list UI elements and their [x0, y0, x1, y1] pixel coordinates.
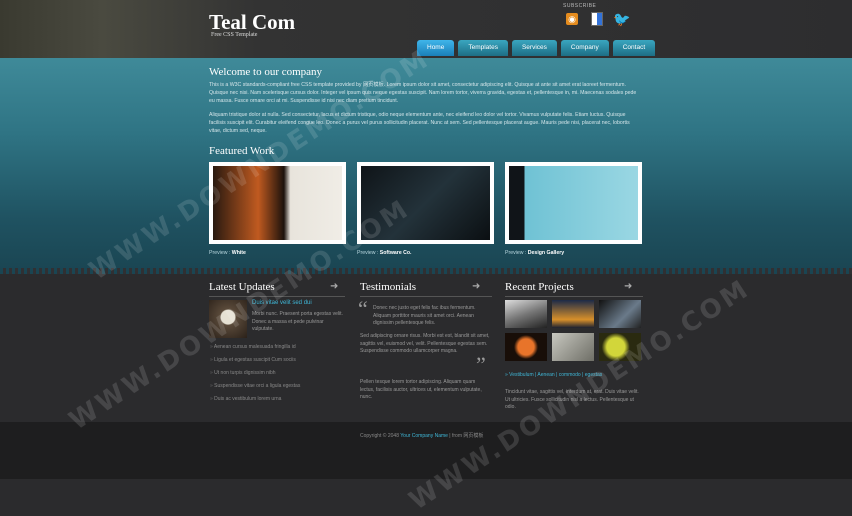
featured-caption-3[interactable]: Preview : Design Gallery: [505, 250, 564, 256]
subscribe-label: SUBSCRIBE: [563, 3, 597, 9]
nav-contact[interactable]: Contact: [612, 40, 656, 56]
footer-copyright: Copyright © 2048 Your Company Name | fro…: [360, 433, 484, 439]
delicious-icon[interactable]: [587, 11, 607, 27]
projects-arrow-icon[interactable]: ➜: [624, 281, 632, 292]
open-quote-icon: “: [358, 296, 368, 321]
update-item[interactable]: Aenean cursus malesuada fringilla id: [210, 344, 296, 350]
footer: [0, 422, 852, 479]
close-quote-icon: ”: [476, 352, 486, 377]
nav-templates[interactable]: Templates: [458, 40, 508, 56]
testimonial-text-3: Pellen tesque lorem tortor adipiscing. A…: [360, 379, 482, 400]
nav-services[interactable]: Services: [511, 40, 557, 56]
testimonials-divider: [360, 296, 492, 297]
projects-title: Recent Projects: [505, 281, 574, 293]
testimonials-arrow-icon[interactable]: ➜: [472, 281, 480, 292]
project-thumb[interactable]: [552, 300, 594, 328]
project-thumb[interactable]: [599, 300, 641, 328]
update-item[interactable]: Ligula et egestas suscipit Cum sociis: [210, 357, 296, 363]
testimonial-text-1: Donec nec justo eget felis fac ibus ferm…: [373, 305, 476, 326]
site-tagline: Free CSS Template: [211, 32, 258, 38]
update-item[interactable]: Suspendisse vitae orci a ligula egestas: [210, 383, 300, 389]
welcome-paragraph-2: Aliquam tristique dolor at nulla. Sed co…: [209, 112, 630, 134]
project-thumb[interactable]: [505, 300, 547, 328]
welcome-title: Welcome to our company: [209, 66, 323, 78]
twitter-icon[interactable]: 🐦: [612, 11, 632, 27]
project-thumb[interactable]: [505, 333, 547, 361]
testimonials-title: Testimonials: [360, 281, 417, 293]
featured-thumb-gallery[interactable]: [505, 162, 642, 244]
project-thumb[interactable]: [552, 333, 594, 361]
testimonial-text-2: Sed adipiscing ornare risus. Morbi est e…: [360, 333, 490, 354]
hero-edge: [0, 268, 852, 274]
update-item[interactable]: Ut non turpis dignissim nibh: [210, 370, 275, 376]
featured-caption-1[interactable]: Preview : White: [209, 250, 246, 256]
rss-icon[interactable]: ◉: [562, 11, 582, 27]
main-nav: Home Templates Services Company Contact: [417, 40, 656, 56]
updates-arrow-icon[interactable]: ➜: [330, 281, 338, 292]
nav-company[interactable]: Company: [560, 40, 609, 56]
social-links: ◉ 🐦: [562, 11, 632, 27]
welcome-paragraph-1: This is a W3C standards-compliant free C…: [209, 82, 637, 104]
update-item[interactable]: Duis ac vestibulum lorem urna: [210, 396, 281, 402]
projects-divider: [505, 296, 643, 297]
footer-company-link[interactable]: Your Company Name: [400, 433, 448, 439]
